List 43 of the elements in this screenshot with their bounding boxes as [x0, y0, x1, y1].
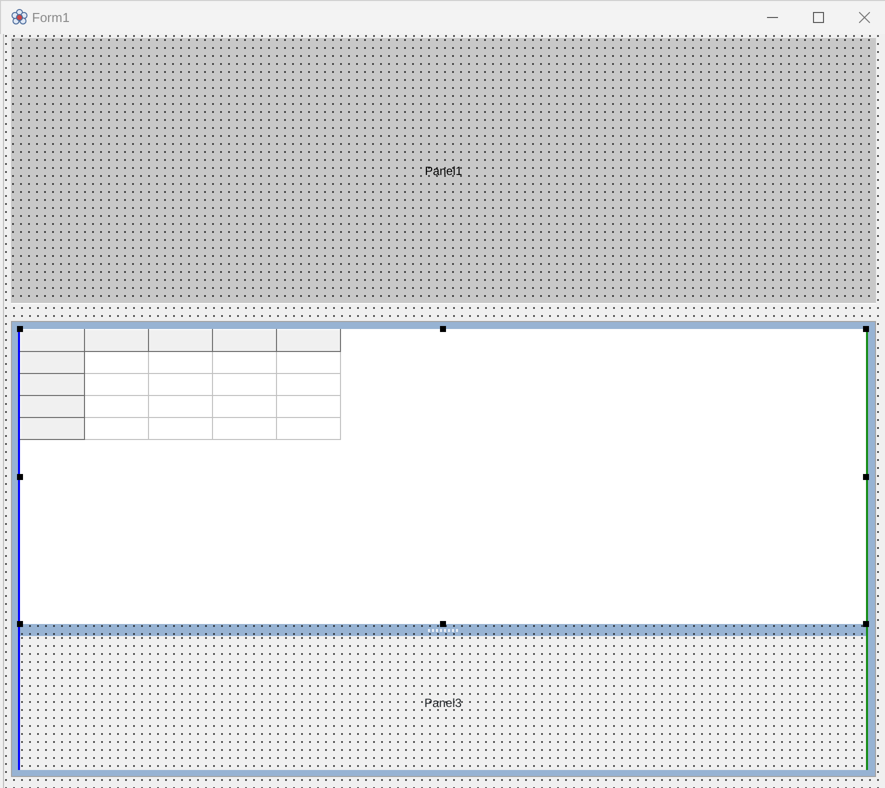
- resize-handle[interactable]: [440, 326, 446, 332]
- panel[interactable]: Panel1: [11, 38, 876, 304]
- grid-header-cell: [20, 396, 84, 418]
- resize-handle[interactable]: [863, 621, 869, 627]
- grid-cell: [212, 352, 276, 374]
- grid-header-cell: [20, 374, 84, 396]
- grid-cell: [84, 352, 148, 374]
- grid-header-cell: [276, 330, 340, 352]
- resize-handle[interactable]: [17, 326, 23, 332]
- grid-cell: [276, 418, 340, 440]
- app-icon: [11, 9, 28, 26]
- resize-handle[interactable]: [17, 474, 23, 480]
- resize-handle[interactable]: [17, 621, 23, 627]
- grid-header-cell: [148, 330, 212, 352]
- panel[interactable]: Panel3: [20, 636, 866, 770]
- grid-cell: [276, 396, 340, 418]
- grid-cell: [212, 396, 276, 418]
- grid-header-cell: [20, 418, 84, 440]
- resize-handle[interactable]: [440, 621, 446, 627]
- maximize-icon[interactable]: [812, 12, 824, 23]
- grid-header-cell: [84, 330, 148, 352]
- grid-cell: [276, 352, 340, 374]
- grid-cell: [148, 396, 212, 418]
- grid-cell: [148, 352, 212, 374]
- panel-caption: Panel1: [424, 162, 462, 180]
- resize-handle[interactable]: [863, 326, 869, 332]
- grid-cell: [84, 396, 148, 418]
- resize-handle[interactable]: [863, 474, 869, 480]
- grid-header-cell: [20, 352, 84, 374]
- grid-cell: [84, 374, 148, 396]
- grid-cell: [212, 418, 276, 440]
- window-title: Form1: [32, 8, 70, 27]
- grip-icon: [428, 628, 458, 632]
- grid-header-cell: [20, 330, 84, 352]
- close-icon[interactable]: [858, 12, 870, 23]
- splitter-bar[interactable]: [20, 624, 866, 636]
- grid-header-cell: [212, 330, 276, 352]
- grid-cell: [148, 374, 212, 396]
- grid-cell: [276, 374, 340, 396]
- panel-caption: Panel3: [424, 695, 462, 712]
- grid-cell: [212, 374, 276, 396]
- grid-cell: [84, 418, 148, 440]
- grid-cell: [148, 418, 212, 440]
